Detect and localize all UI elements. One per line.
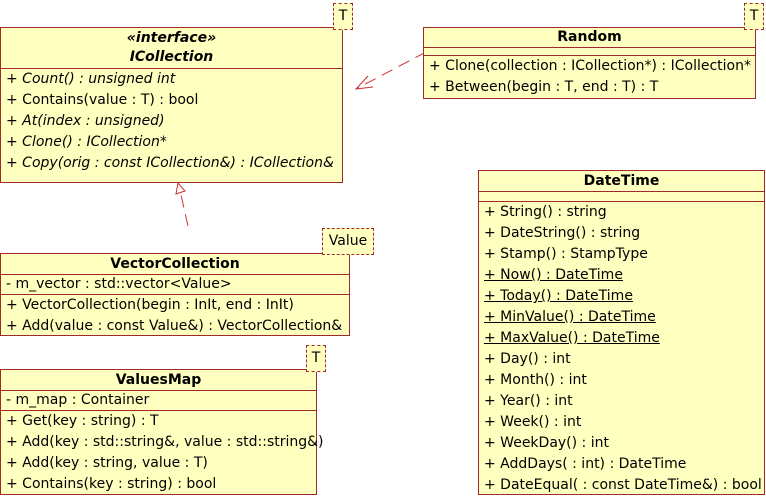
operation-row: + Today() : DateTime [479,286,764,307]
operation-row: + At(index : unsigned) [1,111,342,132]
realization-arrow-vectorcollection-to-icollection [176,183,188,226]
operation-row: + Count() : unsigned int [1,69,342,90]
operation-row: + Add(key : std::string&, value : std::s… [1,432,316,453]
operations-compartment: + Clone(collection : ICollection*) : ICo… [424,56,755,98]
operation-row: + Add(value : const Value&) : VectorColl… [1,316,349,337]
operation-row: + Clone() : ICollection* [1,132,342,153]
template-parameter: T [333,3,353,30]
operations-compartment: + Get(key : string) : T + Add(key : std:… [1,411,316,495]
operation-row: + Year() : int [479,391,764,412]
attributes-compartment [424,48,755,56]
class-name: ValuesMap [116,372,202,388]
operation-row: + WeekDay() : int [479,433,764,454]
operation-row: + Month() : int [479,370,764,391]
operation-row: + Contains(value : T) : bool [1,90,342,111]
class-header: ValuesMap [1,370,316,391]
operation-row: + Copy(orig : const ICollection&) : ICol… [1,153,342,174]
class-name: VectorCollection [110,256,239,272]
operation-row: + DateEqual( : const DateTime&) : bool [479,475,764,496]
operation-row: + Between(begin : T, end : T) : T [424,77,755,98]
operation-row: + MinValue() : DateTime [479,307,764,328]
operations-compartment: + String() : string + DateString() : str… [479,202,764,496]
attributes-compartment: - m_vector : std::vector<Value> [1,275,349,295]
operations-compartment: + VectorCollection(begin : InIt, end : I… [1,295,349,337]
class-random[interactable]: Random + Clone(collection : ICollection*… [423,27,756,99]
operation-row: + VectorCollection(begin : InIt, end : I… [1,295,349,316]
attribute-row: - m_vector : std::vector<Value> [1,275,349,294]
class-vectorcollection[interactable]: VectorCollection - m_vector : std::vecto… [0,253,350,336]
class-header: «interface» ICollection [1,28,342,69]
attributes-compartment [479,192,764,202]
template-parameter: T [306,345,326,372]
class-name: ICollection [1,48,342,68]
template-parameter: Value [322,228,374,255]
operation-row: + Day() : int [479,349,764,370]
operation-row: + AddDays( : int) : DateTime [479,454,764,475]
template-parameter: T [744,3,764,30]
operation-row: + DateString() : string [479,223,764,244]
dependency-arrow-random-to-icollection [356,52,426,89]
class-header: DateTime [479,171,764,192]
class-header: Random [424,28,755,48]
operation-row: + Clone(collection : ICollection*) : ICo… [424,56,755,77]
operation-row: + MaxValue() : DateTime [479,328,764,349]
operation-row: + Add(key : string, value : T) [1,453,316,474]
operation-row: + Get(key : string) : T [1,411,316,432]
operation-row: + Now() : DateTime [479,265,764,286]
operations-compartment: + Count() : unsigned int + Contains(valu… [1,69,342,174]
class-header: VectorCollection [1,254,349,275]
class-name: DateTime [584,173,660,189]
operation-row: + Contains(key : string) : bool [1,474,316,495]
class-valuesmap[interactable]: ValuesMap - m_map : Container + Get(key … [0,369,317,495]
operation-row: + String() : string [479,202,764,223]
stereotype-label: «interface» [1,28,342,48]
class-icollection[interactable]: «interface» ICollection + Count() : unsi… [0,27,343,183]
class-datetime[interactable]: DateTime + String() : string + DateStrin… [478,170,765,495]
attributes-compartment: - m_map : Container [1,391,316,411]
operation-row: + Stamp() : StampType [479,244,764,265]
attribute-row: - m_map : Container [1,391,316,410]
class-name: Random [557,29,621,45]
operation-row: + Week() : int [479,412,764,433]
